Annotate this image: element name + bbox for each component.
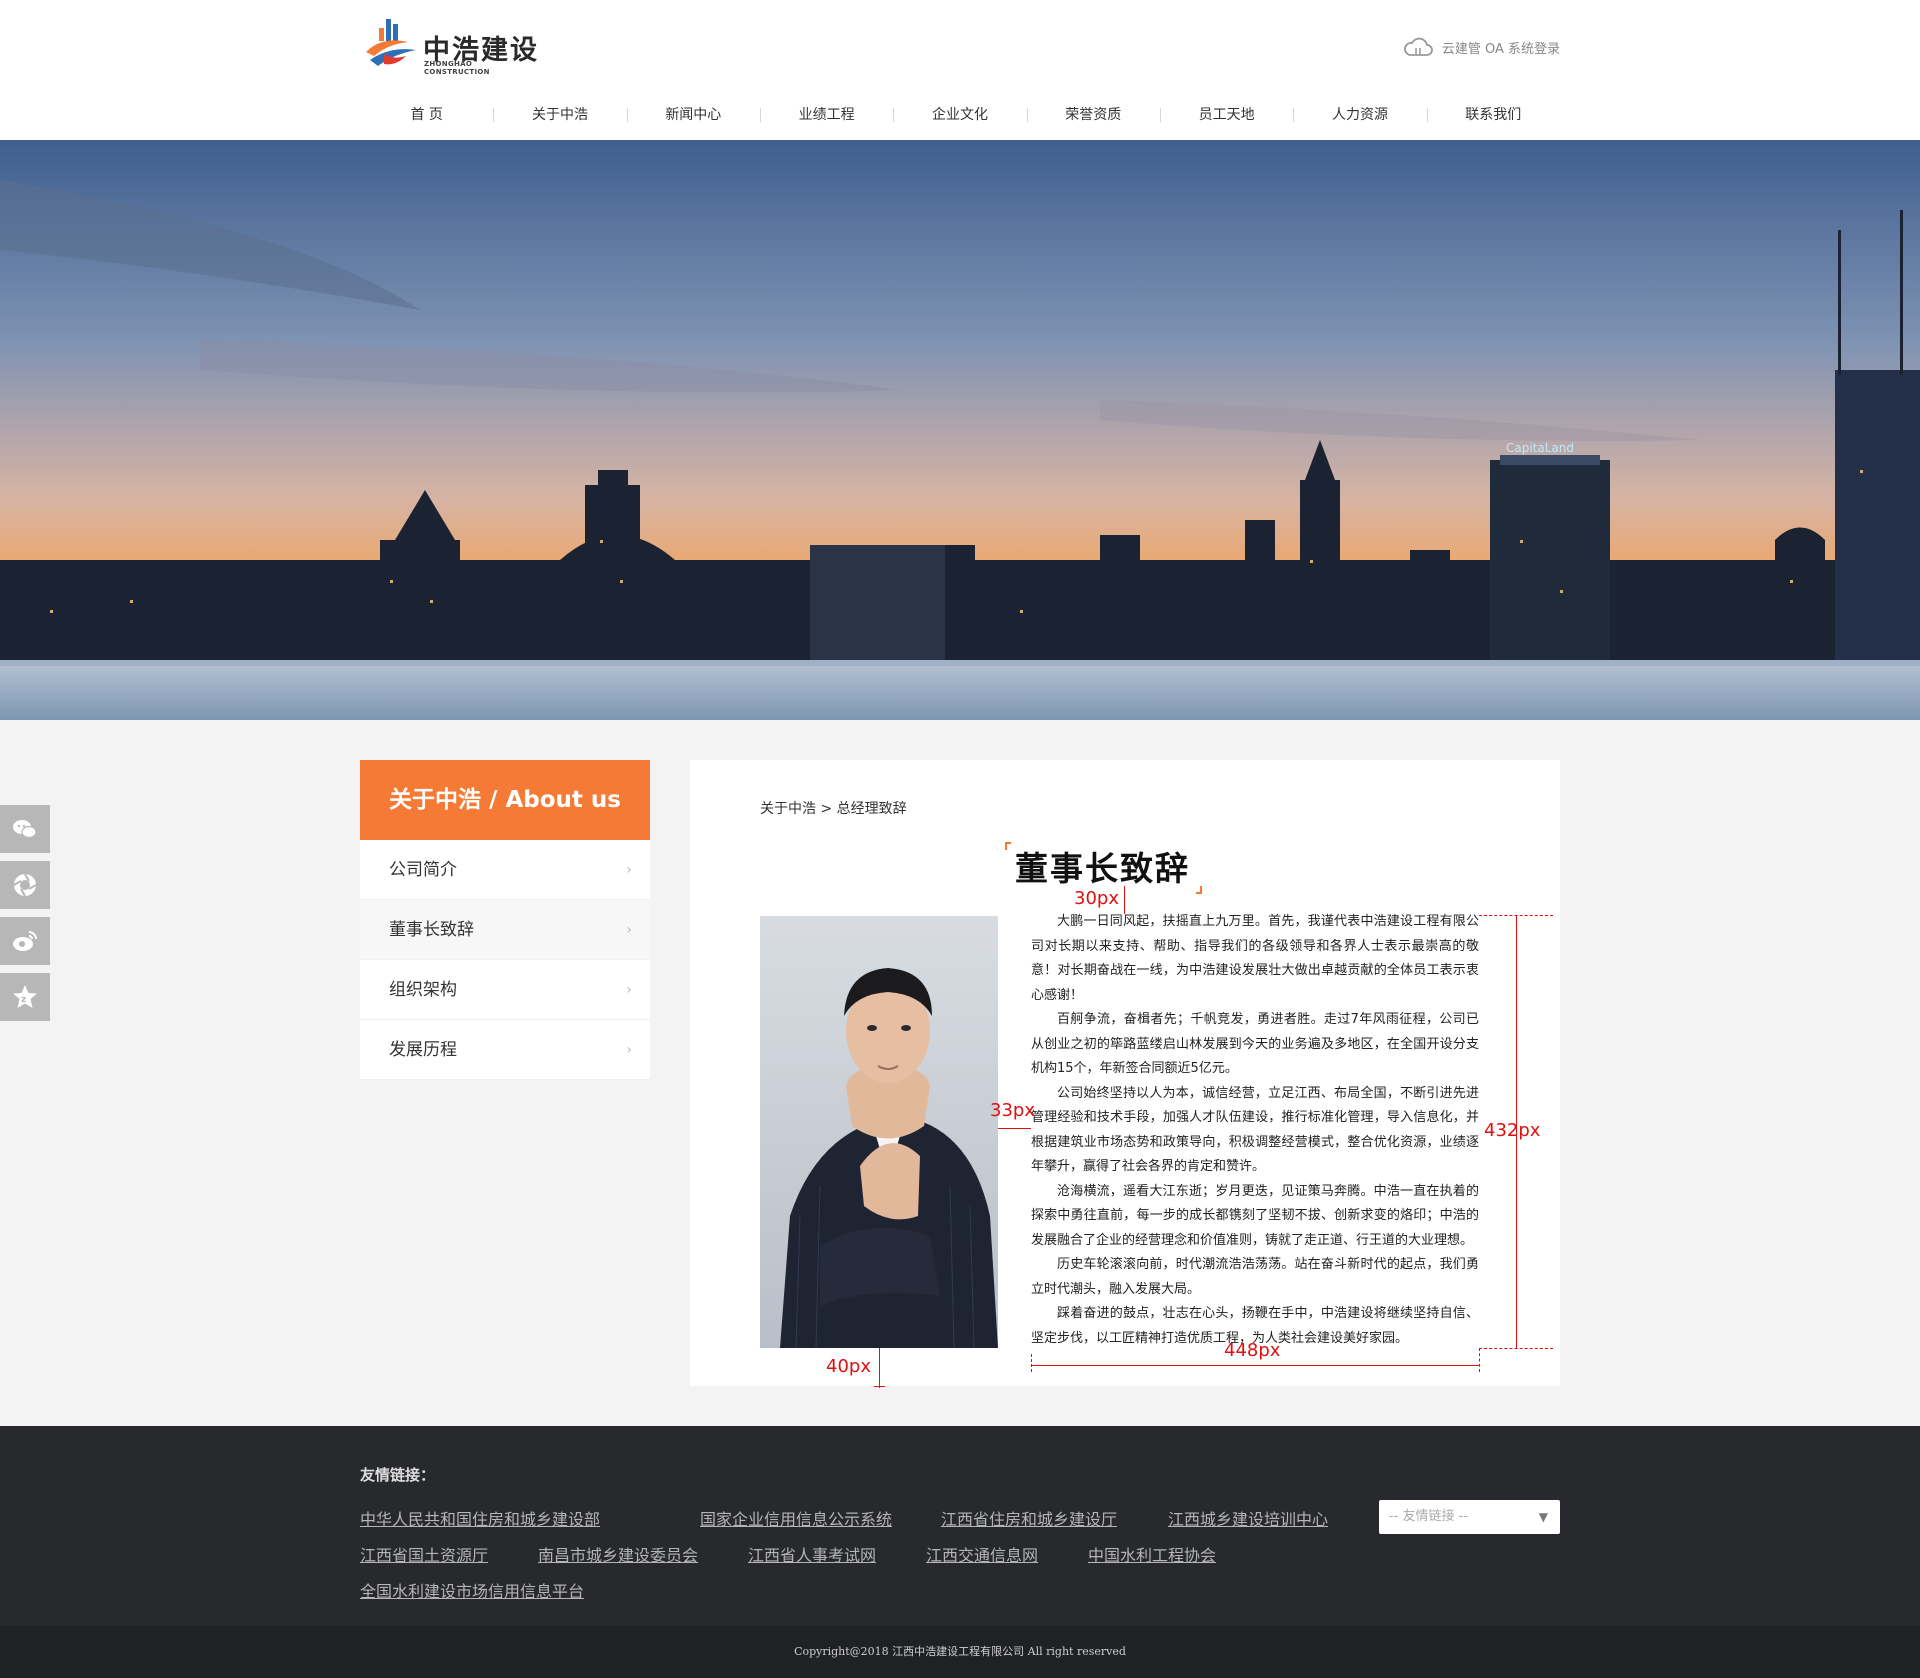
breadcrumb: 关于中浩 > 总经理致辞 (760, 801, 907, 817)
float-toolbar: z (0, 805, 50, 1029)
nav-home[interactable]: 首 页 (360, 98, 493, 132)
star-icon: z (13, 985, 37, 1008)
chevron-right-icon: › (626, 1042, 632, 1058)
title-bracket-right (1196, 886, 1202, 894)
nav-projects[interactable]: 业绩工程 (759, 98, 893, 132)
copyright: Copyright@2018 江西中浩建设工程有限公司 All right re… (0, 1626, 1920, 1678)
annotation-line (879, 1348, 880, 1388)
annotation-432px: 432px (1484, 1120, 1541, 1141)
weibo-icon (13, 931, 37, 951)
annotation-guide (1479, 1348, 1480, 1372)
nav-staff[interactable]: 员工天地 (1159, 98, 1293, 132)
annotation-30px: 30px (1074, 888, 1119, 909)
chairman-message-text: 大鹏一日同风起，扶摇直上九万里。首先，我谨代表中浩建设工程有限公司对长期以来支持… (1031, 910, 1479, 1351)
friend-link[interactable]: 江西省国土资源厅 (360, 1542, 488, 1566)
nav-hr[interactable]: 人力资源 (1293, 98, 1426, 132)
nav-culture[interactable]: 企业文化 (893, 98, 1026, 132)
friend-link[interactable]: 江西交通信息网 (926, 1542, 1038, 1566)
city-skyline-image: CapitaLand (0, 140, 1920, 720)
friend-links-select[interactable]: -- 友情链接 -- ▼ (1379, 1500, 1560, 1534)
svg-text:z: z (21, 995, 26, 1005)
chevron-right-icon: › (626, 862, 632, 878)
annotation-448px: 448px (1224, 1340, 1281, 1361)
chevron-right-icon: › (626, 982, 632, 998)
message-paragraph: 历史车轮滚滚向前，时代潮流浩浩荡荡。站在奋斗新时代的起点，我们勇立时代潮头，融入… (1031, 1257, 1479, 1297)
message-paragraph: 沧海横流，遥看大江东逝；岁月更迭，见证策马奔腾。中浩一直在执着的探索中勇往直前，… (1031, 1183, 1479, 1248)
sidebar-item-company-profile[interactable]: 公司简介 › (360, 840, 650, 900)
wechat-button[interactable] (0, 805, 50, 853)
sidebar-title: 关于中浩 / About us (360, 760, 650, 840)
site-header: 中浩建设 ZHONGHAO CONSTRUCTION 云建管 OA 系统登录 首… (0, 0, 1920, 140)
chairman-photo (760, 916, 998, 1348)
weibo-button[interactable] (0, 917, 50, 965)
wechat-icon (13, 820, 37, 839)
sidebar-item-history[interactable]: 发展历程 › (360, 1020, 650, 1080)
oa-login-link[interactable]: 云建管 OA 系统登录 (1402, 36, 1560, 58)
sidebar-item-label: 发展历程 (389, 1040, 457, 1060)
friend-link[interactable]: 江西省人事考试网 (748, 1542, 876, 1566)
page-title: 董事长致辞 (1015, 849, 1190, 888)
annotation-guide (1031, 1354, 1032, 1372)
sidebar-item-organization[interactable]: 组织架构 › (360, 960, 650, 1020)
message-paragraph: 大鹏一日同风起，扶摇直上九万里。首先，我谨代表中浩建设工程有限公司对长期以来支持… (1031, 914, 1479, 1003)
sidebar-item-label: 董事长致辞 (389, 920, 474, 940)
sidebar-item-label: 组织架构 (389, 980, 457, 1000)
friend-link[interactable]: 国家企业信用信息公示系统 (700, 1506, 892, 1530)
page-title-wrap: 董事长致辞 (1005, 842, 1202, 894)
annotation-33px: 33px (990, 1100, 1035, 1121)
hero-banner: CapitaLand (0, 140, 1920, 720)
nav-honors[interactable]: 荣誉资质 (1026, 98, 1160, 132)
friend-link[interactable]: 中国水利工程协会 (1088, 1542, 1216, 1566)
friend-links-title: 友情链接： (360, 1466, 436, 1484)
logo-mark-icon (366, 19, 416, 66)
nav-contact[interactable]: 联系我们 (1426, 98, 1560, 132)
cloud-icon (1403, 37, 1433, 56)
message-paragraph: 百舸争流，奋楫者先；千帆竞发，勇进者胜。走过7年风雨征程，公司已从创业之初的筚路… (1031, 1012, 1479, 1076)
sidebar-item-label: 公司简介 (389, 860, 457, 880)
logo-subtext: ZHONGHAO CONSTRUCTION (424, 60, 490, 76)
banner-sign-text: CapitaLand (1506, 441, 1574, 455)
logo[interactable]: 中浩建设 ZHONGHAO CONSTRUCTION (360, 16, 540, 76)
select-placeholder: -- 友情链接 -- (1389, 1509, 1469, 1524)
site-footer: 友情链接： 中华人民共和国住房和城乡建设部 国家企业信用信息公示系统 江西省住房… (0, 1426, 1920, 1626)
oa-login-label: 云建管 OA 系统登录 (1441, 41, 1560, 57)
favorite-button[interactable]: z (0, 973, 50, 1021)
friend-link[interactable]: 江西城乡建设培训中心 (1168, 1506, 1328, 1530)
annotation-40px: 40px (826, 1356, 871, 1377)
content-panel: 关于中浩 > 总经理致辞 董事长致辞 大鹏一日同风起，扶摇直上九万里。首先，我谨… (690, 760, 1560, 1388)
friend-link[interactable]: 江西省住房和城乡建设厅 (941, 1506, 1117, 1530)
caret-down-icon: ▼ (1538, 1510, 1548, 1524)
annotation-line (1124, 886, 1125, 914)
main-nav: 首 页 关于中浩 新闻中心 业绩工程 企业文化 荣誉资质 员工天地 人力资源 联… (360, 98, 1560, 132)
annotation-line (998, 1128, 1031, 1129)
annotation-line (1031, 1365, 1479, 1366)
friend-link[interactable]: 全国水利建设市场信用信息平台 (360, 1578, 584, 1602)
friend-link[interactable]: 南昌市城乡建设委员会 (538, 1542, 698, 1566)
nav-news[interactable]: 新闻中心 (626, 98, 760, 132)
friend-link[interactable]: 中华人民共和国住房和城乡建设部 (360, 1506, 600, 1530)
camera-button[interactable] (0, 861, 50, 909)
about-sidebar: 关于中浩 / About us 公司简介 › 董事长致辞 › 组织架构 › 发展… (360, 760, 650, 1080)
title-bracket-left (1005, 842, 1011, 850)
annotation-guide (1479, 1348, 1553, 1349)
camera-icon (13, 873, 37, 897)
sidebar-item-chairman-message[interactable]: 董事长致辞 › (360, 900, 650, 960)
nav-about[interactable]: 关于中浩 (493, 98, 626, 132)
annotation-line (874, 1386, 885, 1387)
chevron-right-icon: › (626, 922, 632, 938)
message-paragraph: 公司始终坚持以人为本，诚信经营，立足江西、布局全国，不断引进先进管理经验和技术手… (1031, 1085, 1479, 1175)
